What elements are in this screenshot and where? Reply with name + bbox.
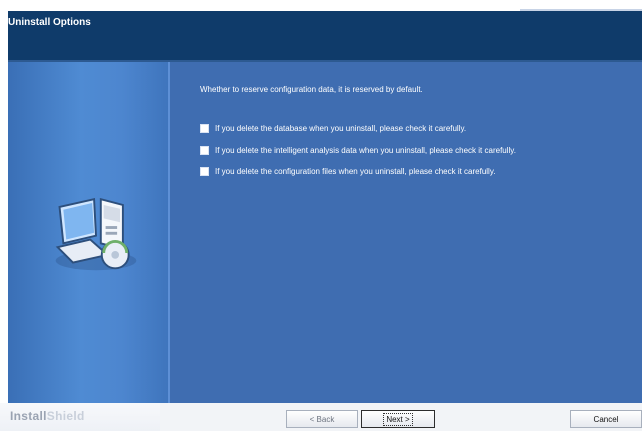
cancel-button[interactable]: Cancel [570,410,642,428]
computer-illustration-icon [55,197,137,271]
checkbox-delete-database[interactable] [200,124,209,133]
option-delete-configuration-files[interactable]: If you delete the configuration files wh… [200,167,495,176]
option-label-delete-database: If you delete the database when you unin… [215,124,467,133]
installshield-logo: InstallShield [10,409,85,423]
top-strip [0,0,642,11]
footer: InstallShield < Back Next > Cancel [0,403,642,431]
footer-buttons: < Back Next > Cancel [160,403,642,431]
option-delete-analysis-data[interactable]: If you delete the intelligent analysis d… [200,146,516,155]
option-delete-database[interactable]: If you delete the database when you unin… [200,124,466,133]
intro-text: Whether to reserve configuration data, i… [200,85,423,94]
brand-part-1: Install [10,409,47,423]
checkbox-delete-analysis-data[interactable] [200,146,209,155]
next-button-label: Next > [383,412,413,426]
window-title: Uninstall Options [8,17,91,28]
left-panel [8,62,170,403]
option-label-delete-analysis-data: If you delete the intelligent analysis d… [215,146,516,155]
options-panel: Whether to reserve configuration data, i… [170,62,642,403]
option-label-delete-configuration-files: If you delete the configuration files wh… [215,167,496,176]
next-button[interactable]: Next > [361,410,435,428]
content-area: Whether to reserve configuration data, i… [8,62,642,403]
header: Uninstall Options [8,11,642,60]
checkbox-delete-configuration-files[interactable] [200,167,209,176]
brand-part-2: Shield [46,409,85,423]
footer-branding: InstallShield [0,403,160,431]
back-button[interactable]: < Back [286,410,358,428]
